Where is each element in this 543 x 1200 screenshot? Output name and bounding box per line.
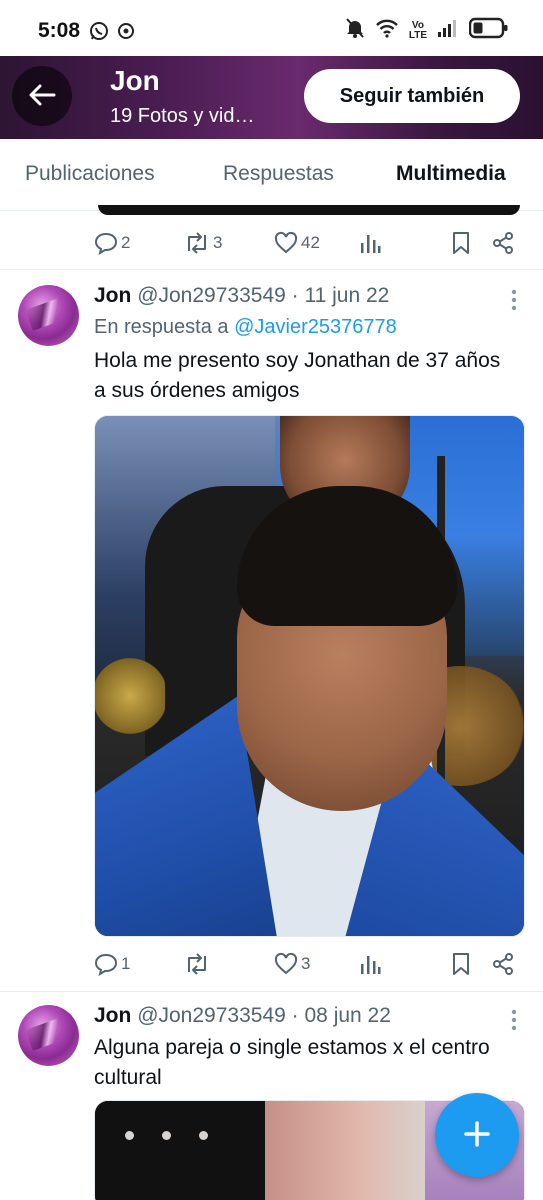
tab-publicaciones[interactable]: Publicaciones: [25, 162, 155, 186]
tweet-text: Alguna pareja o single estamos x el cent…: [94, 1036, 490, 1089]
heart-icon: [274, 952, 298, 976]
tweet-divider: [0, 991, 543, 992]
whatsapp-icon: [88, 20, 110, 47]
reply-prefix: En respuesta a: [94, 316, 229, 338]
tweet-author-name[interactable]: Jon: [94, 1004, 131, 1027]
reply-button[interactable]: 2: [94, 231, 130, 255]
arrow-left-icon: [28, 83, 56, 110]
plus-icon: [462, 1119, 492, 1152]
views-icon: [359, 231, 381, 255]
previous-tweet-media[interactable]: [98, 205, 520, 215]
wifi-icon: [375, 18, 399, 43]
avatar[interactable]: [18, 1005, 79, 1066]
media-count: 19 Fotos y vid…: [110, 105, 255, 127]
avatar[interactable]: [18, 285, 79, 346]
reply-count: 1: [121, 954, 131, 973]
retweet-button[interactable]: [184, 952, 213, 976]
share-icon: [491, 952, 515, 976]
tweet-date[interactable]: 08 jun 22: [305, 1004, 391, 1027]
like-count: 42: [301, 233, 320, 252]
status-time: 5:08: [38, 19, 81, 42]
status-system-icons: Vo LTE: [345, 17, 509, 44]
tweet-header: Jon @Jon29733549 · 08 jun 22: [94, 1004, 391, 1028]
compose-button[interactable]: [435, 1093, 519, 1177]
separator-dot: ·: [291, 284, 299, 307]
bookmark-button[interactable]: [450, 952, 472, 976]
status-notification-icons: [88, 20, 136, 47]
bookmark-button[interactable]: [450, 231, 472, 255]
profile-tabs: Publicaciones Respuestas Multimedia: [0, 139, 543, 211]
profile-name: Jon: [110, 65, 160, 96]
views-button[interactable]: [359, 231, 381, 255]
follow-back-button[interactable]: Seguir también: [304, 69, 520, 123]
tab-respuestas[interactable]: Respuestas: [223, 162, 334, 186]
tweet-author-handle[interactable]: @Jon29733549: [137, 284, 286, 307]
reply-icon: [94, 231, 118, 255]
views-icon: [359, 952, 381, 976]
more-options-icon[interactable]: [511, 289, 517, 316]
views-button[interactable]: [359, 952, 381, 976]
tweet-actions: 1 3: [94, 952, 524, 982]
status-bar: 5:08 Vo LTE: [0, 0, 543, 56]
reply-icon: [94, 952, 118, 976]
photo-dark-area: [95, 1101, 265, 1200]
tweet-author-name[interactable]: Jon: [94, 284, 131, 307]
more-options-icon[interactable]: [511, 1009, 517, 1036]
retweet-icon: [184, 952, 210, 976]
tweet-header: Jon @Jon29733549 · 11 jun 22: [94, 284, 389, 308]
battery-icon: [468, 17, 509, 44]
network-type: Vo LTE: [408, 20, 427, 41]
photo-middle-area: [265, 1101, 425, 1200]
previous-tweet-actions: 2 3 42: [94, 231, 524, 261]
like-count: 3: [301, 954, 311, 973]
tweet-photo[interactable]: [94, 415, 525, 937]
like-button[interactable]: 3: [274, 952, 310, 976]
network-lte: LTE: [408, 29, 427, 41]
profile-media-header: Jon 19 Fotos y vid… Seguir también: [0, 56, 543, 139]
mute-icon: [345, 17, 365, 44]
photo-instrument: [95, 656, 165, 736]
reply-context: En respuesta a @Javier25376778: [94, 316, 397, 339]
like-button[interactable]: 42: [274, 231, 320, 255]
signal-icon: [437, 18, 459, 43]
bookmark-icon: [450, 952, 472, 976]
separator-dot: ·: [291, 1004, 299, 1027]
share-icon: [491, 231, 515, 255]
bookmark-icon: [450, 231, 472, 255]
retweet-button[interactable]: 3: [184, 231, 222, 255]
tweet-divider: [0, 269, 543, 270]
reply-count: 2: [121, 233, 131, 252]
retweet-icon: [184, 231, 210, 255]
back-button[interactable]: [12, 66, 72, 126]
retweet-count: 3: [213, 233, 223, 252]
tab-multimedia[interactable]: Multimedia: [396, 162, 506, 186]
chrome-icon: [116, 21, 136, 46]
share-button[interactable]: [491, 952, 515, 976]
tweet-text: Hola me presento soy Jonathan de 37 años…: [94, 349, 501, 402]
tweet-date[interactable]: 11 jun 22: [305, 284, 390, 307]
share-button[interactable]: [491, 231, 515, 255]
reply-button[interactable]: 1: [94, 952, 130, 976]
photo-dots: [125, 1131, 208, 1140]
heart-icon: [274, 231, 298, 255]
reply-mention-link[interactable]: @Javier25376778: [234, 316, 397, 338]
tweet-author-handle[interactable]: @Jon29733549: [137, 1004, 286, 1027]
